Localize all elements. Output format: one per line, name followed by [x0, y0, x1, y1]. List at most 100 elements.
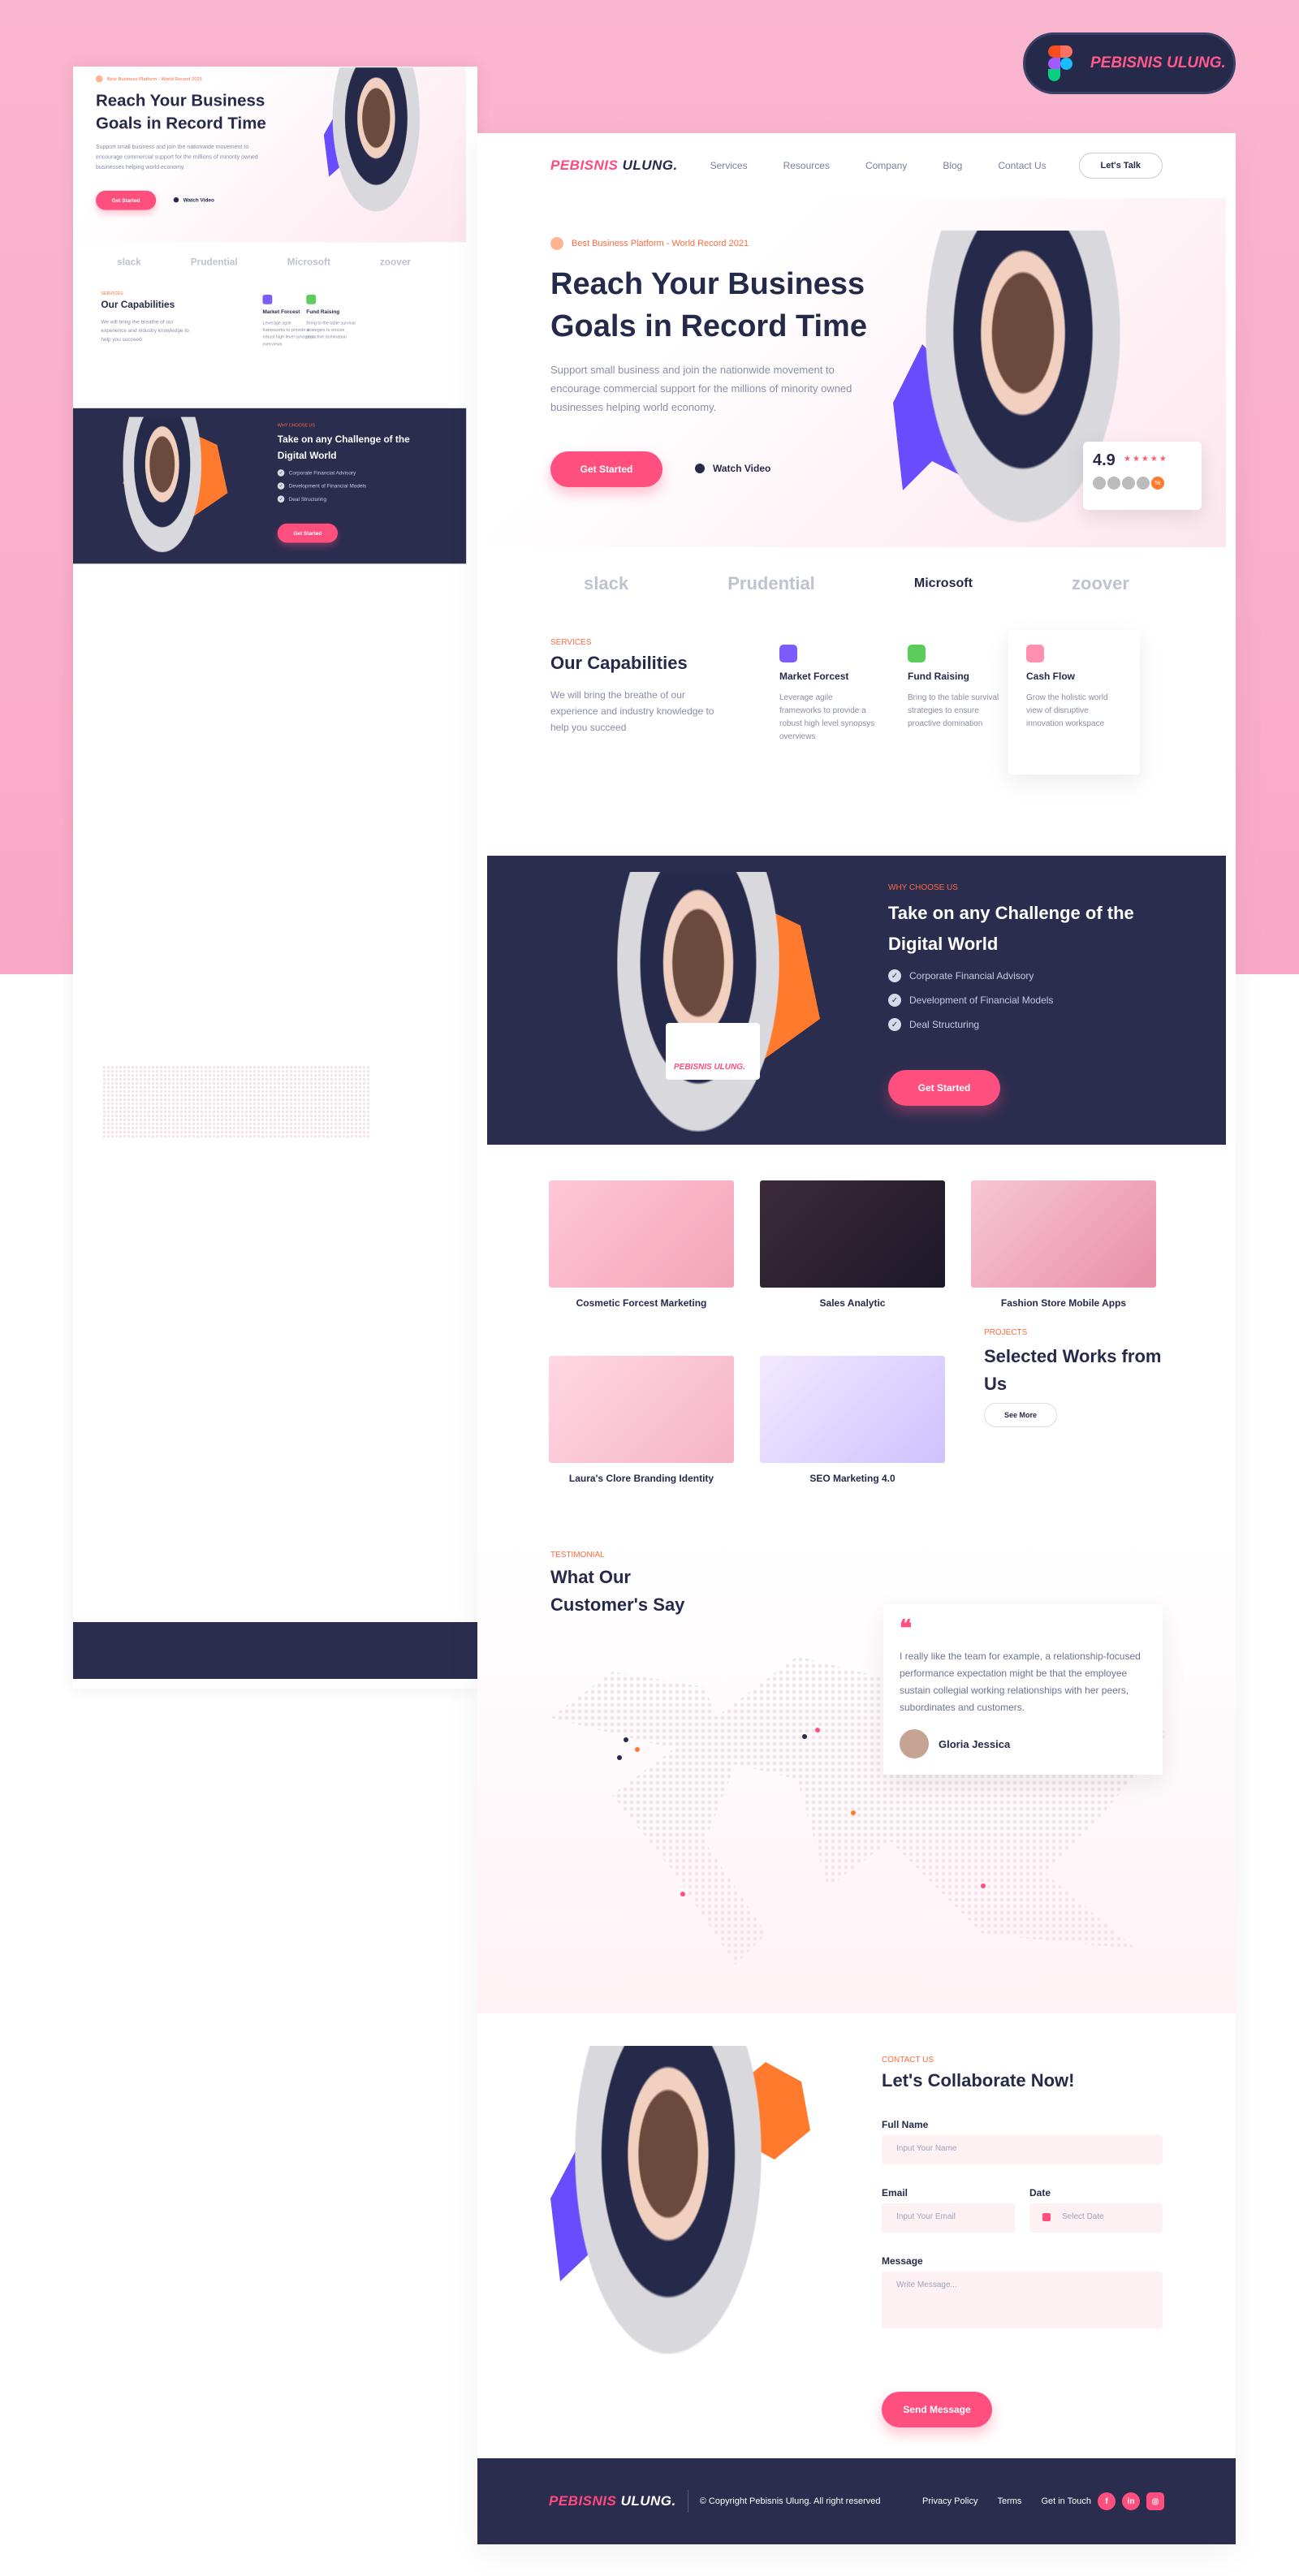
- why-item: ✓ Development of Financial Models: [888, 994, 1053, 1007]
- play-icon: [173, 196, 179, 203]
- works-title: Selected Works from Us: [984, 1346, 1162, 1394]
- prudential-logo: Prudential: [190, 256, 238, 268]
- cash-icon: [1026, 645, 1044, 662]
- get-started-button[interactable]: Get Started: [550, 451, 662, 487]
- work-card[interactable]: SEO Marketing 4.0: [760, 1356, 945, 1484]
- see-more-button[interactable]: See More: [984, 1403, 1058, 1427]
- figma-icon: [1048, 45, 1072, 81]
- slack-logo: slack: [584, 573, 629, 593]
- contact-section: Contact Us Let's Collaborate Now! Full N…: [477, 2013, 1236, 2436]
- chart-icon: [779, 645, 797, 662]
- preview-capabilities: Services Our Capabilities We will bring …: [101, 291, 356, 347]
- preview-frame: PEBISNIS ULUNG. Services Resources Compa…: [73, 67, 477, 1689]
- microsoft-logo: Microsoft: [913, 576, 973, 590]
- calendar-icon: [1042, 2213, 1051, 2221]
- why-item: ✓ Corporate Financial Advisory: [888, 969, 1053, 982]
- nav-link-company[interactable]: Company: [865, 160, 907, 171]
- work-card[interactable]: Laura's Clore Branding Identity: [549, 1356, 734, 1484]
- privacy-policy-link[interactable]: Privacy Policy: [922, 2496, 977, 2506]
- watch-video-label: Watch Video: [713, 463, 771, 474]
- nav-link-blog[interactable]: Blog: [943, 160, 962, 171]
- hero-tag: Best Business Platform - World Record 20…: [550, 237, 749, 250]
- rating-stars: ★★★★★: [1124, 455, 1168, 464]
- services-label: Services: [550, 638, 592, 647]
- watch-video-button[interactable]: Watch Video: [695, 463, 770, 474]
- why-photo: [617, 872, 779, 1132]
- date-label: Date: [1029, 2187, 1051, 2198]
- capability-market-forcest[interactable]: Market Forcest Leverage agile frameworks …: [779, 645, 877, 744]
- instagram-icon[interactable]: ◎: [1146, 2492, 1164, 2510]
- projects-label: Projects: [984, 1328, 1028, 1337]
- work-card[interactable]: Fashion Store Mobile Apps: [971, 1180, 1156, 1309]
- preview-get-started-button[interactable]: Get Started: [95, 190, 157, 210]
- why-item: ✓ Deal Structuring: [888, 1018, 1053, 1031]
- testimonial-quote: I really like the team for example, a re…: [900, 1650, 1141, 1713]
- preview-why-button[interactable]: Get Started: [277, 523, 339, 543]
- hero-section: Best Business Platform - World Record 20…: [487, 198, 1226, 547]
- contact-label: Contact Us: [882, 2056, 934, 2065]
- work-card[interactable]: Sales Analytic: [760, 1180, 945, 1309]
- money-icon: [908, 645, 926, 662]
- nav-links: Services Resources Company Blog Contact …: [710, 160, 1047, 171]
- check-icon: ✓: [888, 994, 901, 1007]
- figma-badge: PEBISNIS ULUNG.: [1023, 32, 1236, 94]
- send-message-button[interactable]: Send Message: [882, 2392, 992, 2427]
- check-icon: ✓: [888, 1018, 901, 1031]
- testimonial-name: Gloria Jessica: [939, 1737, 1011, 1750]
- hero-text: Support small business and join the nati…: [550, 364, 852, 413]
- work-card[interactable]: Cosmetic Forcest Marketing: [549, 1180, 734, 1309]
- rating-card: 4.9 ★★★★★ 5k: [1083, 442, 1202, 510]
- award-icon: [550, 237, 563, 250]
- capability-cash-flow[interactable]: Cash Flow Grow the holistic world view of…: [1026, 645, 1124, 731]
- why-get-started-button[interactable]: Get Started: [888, 1070, 1000, 1106]
- slack-logo: slack: [117, 256, 141, 268]
- avatar: [900, 1729, 929, 1758]
- why-title: Take on any Challenge of the Digital Wor…: [888, 903, 1134, 954]
- email-input[interactable]: Input Your Email: [882, 2203, 1015, 2233]
- preview-brands: slack Prudential Microsoft zoover: [73, 242, 466, 281]
- nav-link-contact[interactable]: Contact Us: [998, 160, 1046, 171]
- full-name-label: Full Name: [882, 2119, 929, 2130]
- zoover-logo: zoover: [379, 256, 412, 268]
- testimonial-card: ❝ I really like the team for example, a …: [883, 1604, 1163, 1775]
- lets-talk-button[interactable]: Let's Talk: [1078, 153, 1163, 179]
- works-section: Cosmetic Forcest Marketing Sales Analyti…: [477, 1145, 1236, 1534]
- main-page: PEBISNIS ULUNG. Services Resources Compa…: [477, 133, 1236, 2544]
- navbar: PEBISNIS ULUNG. Services Resources Compa…: [477, 133, 1236, 198]
- facebook-icon[interactable]: f: [1098, 2492, 1116, 2510]
- message-label: Message: [882, 2255, 923, 2267]
- why-choose-section: PEBISNIS ULUNG. Why Choose Us Take on an…: [487, 856, 1226, 1145]
- email-label: Email: [882, 2187, 908, 2198]
- hero-title: Reach Your Business Goals in Record Time: [550, 267, 867, 343]
- contact-photo: [575, 2046, 762, 2354]
- preview-hero: Best Business Platform - World Record 20…: [73, 67, 467, 243]
- contact-title: Let's Collaborate Now!: [882, 2070, 1075, 2091]
- play-icon: [695, 464, 705, 473]
- preview-watch-video[interactable]: Watch Video: [173, 196, 214, 203]
- footer-logo[interactable]: PEBISNIS ULUNG.: [549, 2493, 676, 2509]
- testimonial-label: Testimonial: [550, 1551, 605, 1560]
- preview-lower: [73, 1008, 477, 1689]
- brand-logos: slack Prudential Microsoft zoover: [477, 547, 1236, 620]
- linkedin-icon[interactable]: in: [1122, 2492, 1140, 2510]
- nav-link-services[interactable]: Services: [710, 160, 748, 171]
- copyright: © Copyright Pebisnis Ulung. All right re…: [699, 2496, 881, 2506]
- laptop-logo: PEBISNIS ULUNG.: [666, 1023, 760, 1080]
- logo[interactable]: PEBISNIS ULUNG.: [550, 157, 678, 174]
- preview-hero-title: Reach Your Business Goals in Record Time: [95, 91, 266, 133]
- footer: PEBISNIS ULUNG. © Copyright Pebisnis Ulu…: [477, 2458, 1236, 2544]
- terms-link[interactable]: Terms: [997, 2496, 1021, 2506]
- get-in-touch: Get in Touch: [1041, 2496, 1091, 2506]
- testimonial-section: Testimonial What Our Customer's Say ❝ I …: [477, 1534, 1236, 2013]
- preview-hero-text: Support small business and join the nati…: [95, 143, 258, 170]
- capability-fund-raising[interactable]: Fund Raising Bring to the table survival …: [908, 645, 1005, 731]
- award-icon: [95, 75, 103, 83]
- preview-hero-photo: [332, 67, 421, 212]
- preview-hero-tag: Best Business Platform - World Record 20…: [106, 76, 203, 82]
- testimonial-title: What Our Customer's Say: [550, 1567, 685, 1615]
- message-input[interactable]: Write Message...: [882, 2272, 1163, 2328]
- nav-link-resources[interactable]: Resources: [783, 160, 830, 171]
- capabilities-text: We will bring the breathe of our experie…: [550, 689, 714, 733]
- quote-icon: ❝: [900, 1616, 913, 1641]
- full-name-input[interactable]: Input Your Name: [882, 2135, 1163, 2164]
